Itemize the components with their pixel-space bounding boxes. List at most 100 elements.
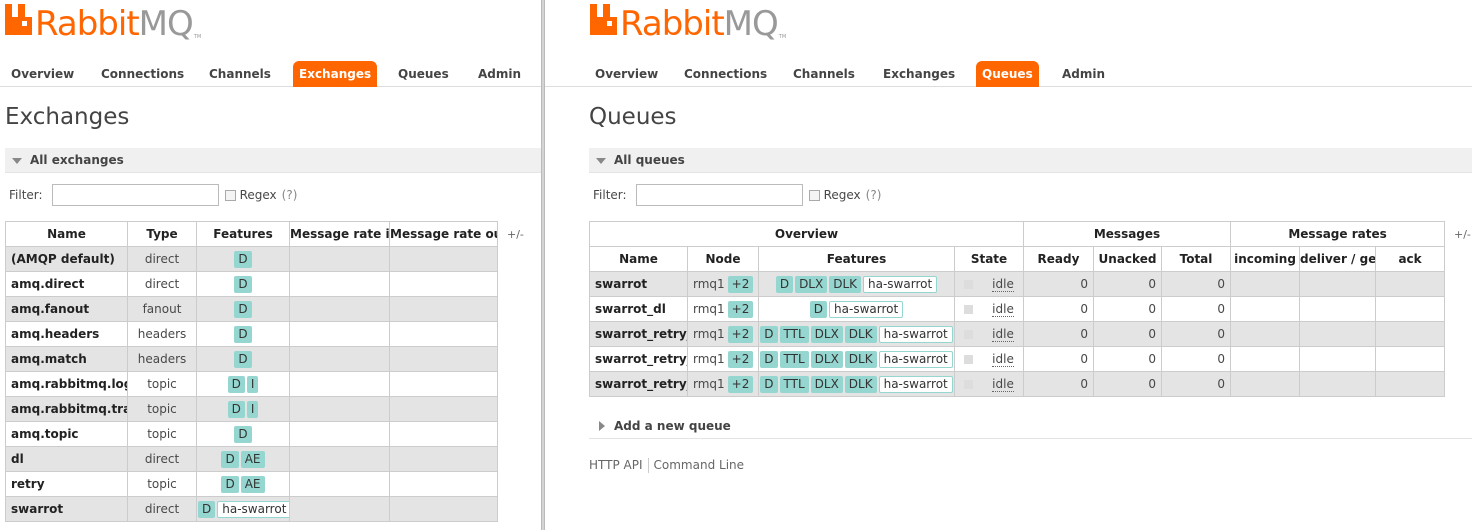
tab-queues[interactable]: Queues (392, 61, 455, 87)
logo-trademark: TM (778, 34, 787, 40)
exchange-name-link[interactable]: dl (5, 446, 128, 472)
queue-name-link[interactable]: swarrot_dl (589, 296, 688, 322)
feature-badge: DLK (829, 275, 862, 293)
rate-in-cell (289, 421, 390, 447)
policy-badge[interactable]: ha-swarrot (878, 325, 953, 343)
queue-name-link[interactable]: swarrot_retry_3 (589, 371, 688, 397)
tab-overview[interactable]: Overview (5, 61, 80, 87)
queue-name-link[interactable]: swarrot_retry_1 (589, 321, 688, 347)
ready-count: 0 (1023, 271, 1094, 297)
incoming-rate (1230, 296, 1301, 322)
all-exchanges-toggle[interactable]: All exchanges (5, 148, 124, 173)
group-header-message-rates: Message rates (1230, 221, 1446, 247)
node-mirrors-badge[interactable]: +2 (727, 300, 754, 318)
toggle-columns-button[interactable]: +/- (507, 228, 524, 241)
features-cell: D (196, 346, 290, 372)
table-row: swarrot rmq1 +2 D DLX DLK ha-swarrot idle 0 0 0 (589, 271, 1446, 297)
page-title: Queues (589, 104, 677, 130)
policy-badge[interactable]: ha-swarrot (829, 300, 904, 318)
exchange-name-link[interactable]: amq.fanout (5, 296, 128, 322)
feature-badge: D (809, 300, 828, 318)
tab-admin[interactable]: Admin (1056, 61, 1111, 87)
exchange-type: direct (127, 496, 197, 522)
unacked-count: 0 (1093, 346, 1162, 372)
rate-in-cell (289, 246, 390, 272)
tab-overview[interactable]: Overview (589, 61, 664, 87)
feature-badge: D (221, 450, 239, 468)
node-cell: rmq1 +2 (687, 321, 759, 347)
logo-mq-text: MQ (138, 4, 194, 44)
exchange-name-link[interactable]: (AMQP default) (5, 246, 128, 272)
tab-connections[interactable]: Connections (678, 61, 773, 87)
feature-badge: D (760, 325, 778, 343)
table-row: amq.headers headers D (5, 321, 498, 347)
regex-help-link[interactable]: (?) (282, 188, 298, 202)
tab-channels[interactable]: Channels (787, 61, 861, 87)
filter-input[interactable] (635, 184, 803, 206)
regex-checkbox[interactable] (224, 189, 236, 201)
node-mirrors-badge[interactable]: +2 (727, 375, 754, 393)
ready-count: 0 (1023, 296, 1094, 322)
command-line-link[interactable]: Command Line (654, 458, 745, 472)
queue-name-link[interactable]: swarrot_retry_2 (589, 346, 688, 372)
add-queue-toggle[interactable]: Add a new queue (589, 414, 731, 439)
policy-badge[interactable]: ha-swarrot (863, 275, 938, 293)
tab-connections[interactable]: Connections (95, 61, 190, 87)
regex-help-link[interactable]: (?) (866, 188, 882, 202)
column-header-name: Name (589, 246, 688, 272)
column-header-total: Total (1160, 246, 1232, 272)
exchange-name-link[interactable]: amq.headers (5, 321, 128, 347)
exchange-name-link[interactable]: amq.direct (5, 271, 128, 297)
table-row: amq.rabbitmq.tracetopicDI (5, 396, 498, 422)
all-queues-section: All queues (589, 148, 1472, 173)
features-cell: D (196, 246, 290, 272)
exchange-name-link[interactable]: amq.rabbitmq.trace (5, 396, 128, 422)
exchange-name-link[interactable]: amq.rabbitmq.log (5, 371, 128, 397)
state-indicator-icon (964, 330, 974, 339)
rate-out-cell (389, 496, 498, 522)
rate-out-cell (389, 321, 498, 347)
node-mirrors-badge[interactable]: +2 (727, 325, 754, 343)
unacked-count: 0 (1093, 371, 1162, 397)
exchange-name-link[interactable]: amq.match (5, 346, 128, 372)
group-header-messages: Messages (1022, 221, 1232, 247)
tab-queues[interactable]: Queues (976, 61, 1039, 87)
feature-badge: TTL (779, 350, 809, 368)
exchange-name-link[interactable]: swarrot (5, 496, 128, 522)
all-queues-toggle[interactable]: All queues (589, 148, 685, 173)
rabbitmq-logo[interactable]: RabbitMQ TM (590, 4, 786, 44)
exchange-type: topic (127, 421, 197, 447)
http-api-link[interactable]: HTTP API (589, 458, 643, 472)
feature-badge: D (760, 350, 778, 368)
node-mirrors-badge[interactable]: +2 (727, 350, 754, 368)
filter-input[interactable] (51, 184, 219, 206)
tab-channels[interactable]: Channels (203, 61, 277, 87)
regex-checkbox[interactable] (808, 189, 820, 201)
state-indicator-icon (964, 355, 974, 364)
queue-name-link[interactable]: swarrot (589, 271, 688, 297)
policy-badge[interactable]: ha-swarrot (878, 350, 953, 368)
tab-exchanges[interactable]: Exchanges (877, 61, 961, 87)
state-indicator-icon (964, 280, 974, 289)
rabbitmq-logo[interactable]: RabbitMQ TM (5, 4, 201, 44)
section-title: All queues (614, 153, 685, 167)
exchange-type: direct (127, 246, 197, 272)
ack-rate (1375, 346, 1446, 372)
node-cell: rmq1 +2 (687, 296, 759, 322)
exchange-name-link[interactable]: retry (5, 471, 128, 497)
toggle-columns-button[interactable]: +/- (1454, 228, 1471, 241)
feature-badge: D (775, 275, 794, 293)
exchanges-window: RabbitMQ TM Overview Connections Channel… (0, 0, 541, 530)
rate-in-cell (289, 296, 390, 322)
policy-badge[interactable]: ha-swarrot (878, 375, 953, 393)
state-text: idle (992, 327, 1014, 342)
features-cell: DI (196, 396, 290, 422)
rabbit-logo-icon (5, 4, 32, 35)
regex-label: Regex (239, 188, 277, 202)
policy-badge[interactable]: ha-swarrot (217, 500, 289, 518)
rate-out-cell (389, 246, 498, 272)
tab-admin[interactable]: Admin (472, 61, 527, 87)
node-mirrors-badge[interactable]: +2 (727, 275, 754, 293)
exchange-name-link[interactable]: amq.topic (5, 421, 128, 447)
tab-exchanges[interactable]: Exchanges (293, 61, 378, 87)
